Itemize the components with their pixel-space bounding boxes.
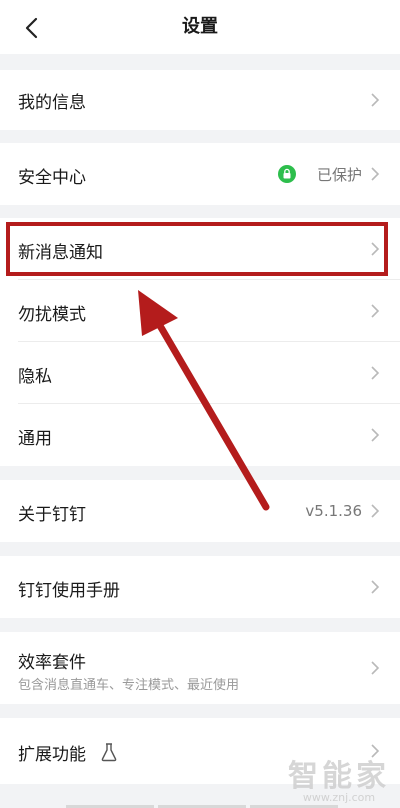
settings-item-label: 勿扰模式 xyxy=(18,305,86,325)
settings-item-general[interactable]: 通用 xyxy=(0,404,400,466)
chevron-right-icon xyxy=(371,580,380,594)
chevron-right-icon xyxy=(371,93,380,107)
watermark-title: 智能家 xyxy=(288,759,390,794)
settings-item-suite[interactable]: 效率套件 包含消息直通车、专注模式、最近使用 xyxy=(0,632,400,704)
settings-item-label: 钉钉使用手册 xyxy=(18,581,120,601)
settings-item-label: 安全中心 xyxy=(18,168,86,188)
highlight-box xyxy=(6,222,388,276)
page-title: 设置 xyxy=(182,16,218,37)
settings-item-label: 我的信息 xyxy=(18,93,86,113)
chevron-right-icon xyxy=(371,167,380,181)
chevron-right-icon xyxy=(371,428,380,442)
flask-icon xyxy=(101,743,117,762)
settings-item-label: 关于钉钉 xyxy=(18,505,86,525)
chevron-right-icon xyxy=(371,661,380,675)
settings-item-label: 通用 xyxy=(18,429,52,449)
chevron-right-icon xyxy=(371,304,380,318)
settings-item-security[interactable]: 安全中心 已保护 xyxy=(0,143,400,205)
settings-item-label: 效率套件 xyxy=(18,653,86,673)
settings-item-my-info[interactable]: 我的信息 xyxy=(0,70,400,130)
settings-item-manual[interactable]: 钉钉使用手册 xyxy=(0,556,400,618)
settings-item-label: 扩展功能 xyxy=(18,745,86,765)
settings-item-label: 隐私 xyxy=(18,367,52,387)
security-status: 已保护 xyxy=(316,166,362,184)
header-bar: 设置 xyxy=(0,0,400,54)
version-text: v5.1.36 xyxy=(305,502,362,520)
chevron-right-icon xyxy=(371,366,380,380)
settings-item-sublabel: 包含消息直通车、专注模式、最近使用 xyxy=(18,678,240,693)
chevron-right-icon xyxy=(371,504,380,518)
watermark-url: www.znj.com xyxy=(302,791,376,804)
settings-item-privacy[interactable]: 隐私 xyxy=(0,342,400,404)
settings-item-about[interactable]: 关于钉钉 v5.1.36 xyxy=(0,480,400,542)
watermark: 智能家 www.znj.com xyxy=(288,751,390,804)
lock-shield-icon xyxy=(278,165,296,183)
settings-item-dnd[interactable]: 勿扰模式 xyxy=(0,280,400,342)
